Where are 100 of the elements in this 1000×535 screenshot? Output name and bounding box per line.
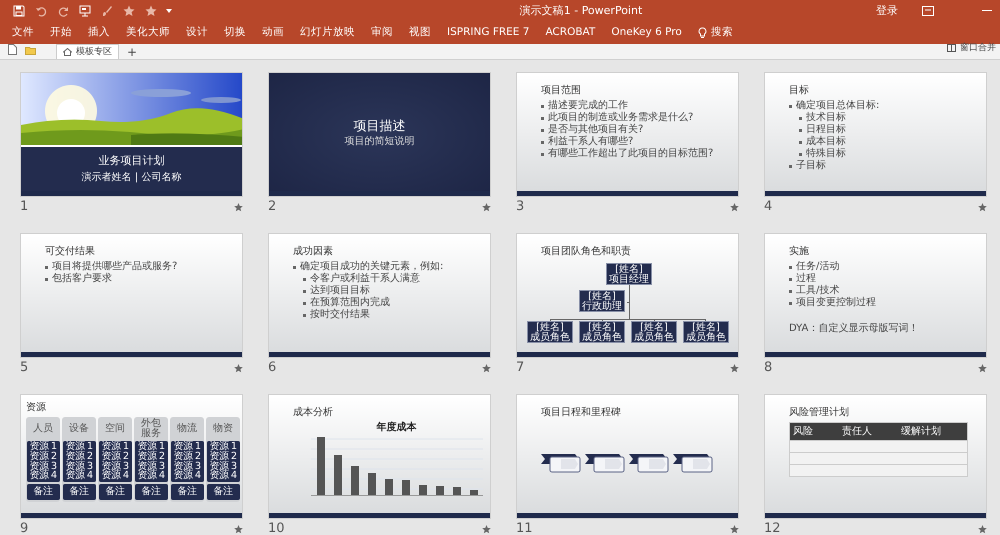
ribbon-tab[interactable]: 设计 <box>178 25 216 41</box>
new-file-icon[interactable] <box>8 44 17 55</box>
ribbon-tab[interactable]: ISPRING FREE 7 <box>439 25 538 41</box>
slide-thumbnail[interactable]: 项目范围 描述要完成的工作 此项目的制造或业务需求是什么? 是否与其他项目有关? 利益干系人有哪些? 有哪些工作超出了此项目的目标范围? <box>516 72 739 197</box>
window-icon <box>947 44 956 52</box>
slide-thumbnail[interactable]: 成功因素 确定项目成功的关键元素，例如: 令客户或利益干系人满意 达到项目目标 在预算范围内完成 按时交付结果 <box>268 233 491 358</box>
note-box: 备注 <box>62 484 96 500</box>
slide-thumbnail[interactable]: 资源 人员 资源 1 资源 2 资源 3 资源 4 备注 设备 资源 1 资源 2 资源 3 资源 4 备注 空间 资源 1 资源 2 资源 3 资源 4 备注 外包服务 资源 1 资源 2 资源 3 资源 4 备注 物流 资源 1 资源 2 资源 3 资源 4 备注 物资 资源 1 资源 2 资源 3 资源 4 备注 <box>20 394 243 519</box>
bullet-icon <box>45 266 48 268</box>
ribbon-display-icon[interactable] <box>922 6 934 16</box>
bullet-text: 按时交付结果 <box>293 309 480 321</box>
star-icon <box>482 524 491 534</box>
ribbon-tab[interactable]: 开始 <box>42 25 80 41</box>
ribbon-tab[interactable]: 审阅 <box>363 25 401 41</box>
slide-thumbnail[interactable]: 目标 确定项目总体目标: 技术目标 日程目标 成本目标 特殊目标 子目标 <box>764 72 987 197</box>
slide-number: 10 <box>268 520 285 535</box>
slide-thumbnail[interactable]: 项目日程和里程碑 <box>516 394 739 519</box>
slide-number: 11 <box>516 520 533 535</box>
note-box: 备注 <box>98 484 132 500</box>
chart-bar <box>368 473 376 495</box>
star-icon <box>730 524 739 534</box>
column-header: 人员 <box>32 422 54 436</box>
bullet-text: 特殊目标 <box>789 148 976 160</box>
ribbon-tab[interactable]: 动画 <box>254 25 292 41</box>
star-icon <box>234 524 243 534</box>
star-icon <box>234 364 243 372</box>
lightbulb-icon <box>698 27 707 39</box>
ribbon-tab[interactable]: 视图 <box>401 25 439 41</box>
bullet-text: 达到项目目标 <box>293 285 480 297</box>
ribbon-tab[interactable]: 幻灯片放映 <box>292 25 363 41</box>
slide-title: 资源 <box>26 401 47 414</box>
table-header-cell: 缓解计划 <box>898 423 967 440</box>
chart-bar <box>385 479 393 495</box>
resource-list: 资源 1 资源 2 资源 3 资源 4 <box>134 441 168 482</box>
slide-thumbnail[interactable]: 项目团队角色和职责 [姓名] 项目经理 [姓名] 行政助理 [姓名] 成员角色 [姓名] 成员角色 [姓名] 成员角色 [姓名] 成员角色 <box>516 233 739 358</box>
org-box: [姓名] 成员角色 <box>527 321 573 343</box>
star-icon <box>978 202 987 212</box>
slide-title: 成本分析 <box>293 406 334 419</box>
resource-list: 资源 1 资源 2 资源 3 资源 4 <box>26 441 60 482</box>
star-icon <box>730 202 739 212</box>
redo-icon[interactable] <box>57 5 69 17</box>
chart-bar <box>402 480 410 495</box>
bullet-text: 令客户或利益干系人满意 <box>293 273 480 285</box>
new-tab-button[interactable]: + <box>119 45 146 59</box>
bullet-text: 任务/活动 <box>789 261 976 273</box>
caret-icon[interactable] <box>166 9 172 13</box>
bullet-text: 确定项目总体目标: <box>789 100 976 112</box>
bullet-text: 在预算范围内完成 <box>293 297 480 309</box>
sign-in-link[interactable]: 登录 <box>876 2 898 20</box>
slide-thumbnail[interactable]: 实施 任务/活动 过程 工具/技术 项目变更控制过程 DYA：自定义显示母版写词！ <box>764 233 987 358</box>
ribbon-tab[interactable]: 切换 <box>216 25 254 41</box>
column-header: 物流 <box>176 422 198 436</box>
org-box: [姓名] 行政助理 <box>579 290 625 312</box>
resource-list: 资源 1 资源 2 资源 3 资源 4 <box>170 441 204 482</box>
slide-number: 5 <box>20 359 28 378</box>
chart-bar <box>453 487 461 495</box>
star-icon[interactable] <box>123 5 135 17</box>
bullet-icon <box>45 278 48 280</box>
star-icon <box>730 364 739 372</box>
bullet-icon <box>789 290 792 292</box>
slide-thumbnail[interactable]: 可交付结果 项目将提供哪些产品或服务? 包括客户要求 <box>20 233 243 358</box>
bullet-text: 确定项目成功的关键元素，例如: <box>293 261 480 273</box>
ribbon-tab[interactable]: ACROBAT <box>537 25 604 41</box>
slide-number: 4 <box>764 198 772 216</box>
bullet-icon <box>541 116 544 120</box>
ribbon-tab[interactable]: 美化大师 <box>118 25 178 41</box>
undo-icon[interactable] <box>35 5 47 17</box>
ribbon-tab[interactable]: 文件 <box>4 25 42 41</box>
search-box[interactable]: 搜索 <box>690 25 741 41</box>
chart-bar <box>334 455 342 495</box>
star-icon <box>978 364 987 372</box>
resource-list: 资源 1 资源 2 资源 3 资源 4 <box>206 441 240 482</box>
slide-number: 7 <box>516 359 524 378</box>
slide-number: 1 <box>20 198 28 216</box>
slide-thumbnail[interactable]: 业务项目计划 演示者姓名 | 公司名称 <box>20 72 243 197</box>
merge-windows-button[interactable]: 窗口合并 <box>947 42 996 55</box>
star-icon[interactable] <box>145 5 157 17</box>
ribbon-tab[interactable]: OneKey 6 Pro <box>603 25 690 41</box>
bullet-icon <box>789 164 792 168</box>
star-icon <box>482 202 491 212</box>
slide-thumbnail[interactable]: 风险管理计划 风险 责任人 缓解计划 <box>764 394 987 519</box>
home-icon <box>63 48 72 56</box>
bullet-text: 此项目的制造或业务需求是什么? <box>541 112 728 124</box>
brush-icon[interactable] <box>101 5 113 17</box>
minimize-icon[interactable] <box>982 10 992 12</box>
bullet-icon <box>789 278 792 280</box>
save-icon[interactable] <box>13 5 25 17</box>
slide-thumbnail[interactable]: 项目描述 项目的简短说明 <box>268 72 491 197</box>
column-header: 外包服务 <box>140 419 162 439</box>
slide-subtitle: 项目的简短说明 <box>344 136 414 148</box>
document-tab[interactable]: 模板专区 <box>56 44 119 59</box>
slide-title: 项目范围 <box>541 84 582 97</box>
org-box: [姓名] 项目经理 <box>606 263 652 285</box>
presentation-icon[interactable] <box>79 5 91 17</box>
bullet-text: 描述要完成的工作 <box>541 100 728 112</box>
ribbon-tab[interactable]: 插入 <box>80 25 118 41</box>
slide-thumbnail[interactable]: 成本分析 年度成本 <box>268 394 491 519</box>
column-header: 设备 <box>68 422 90 436</box>
chart-bar <box>419 485 427 495</box>
slide-title: 风险管理计划 <box>789 406 850 419</box>
